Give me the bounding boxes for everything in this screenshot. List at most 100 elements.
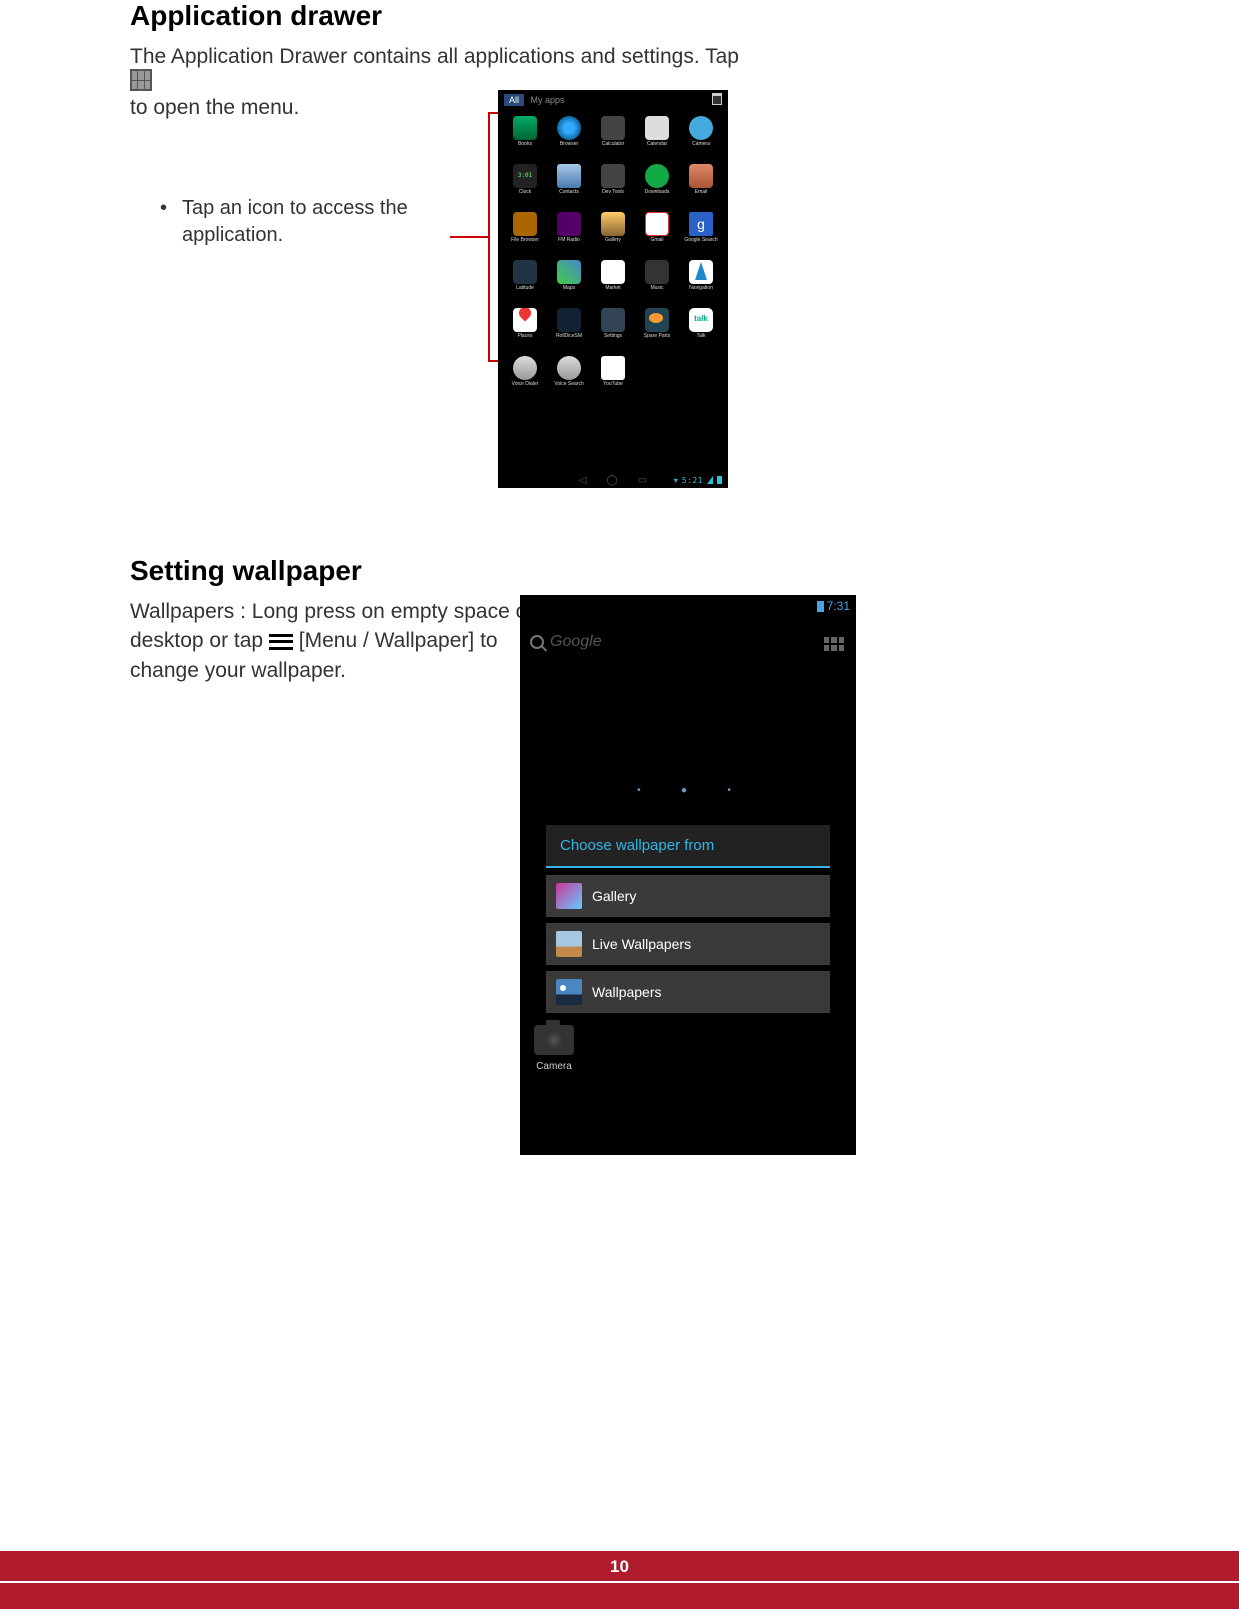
intro-text-2: to open the menu. — [130, 96, 299, 119]
app-rolldicesm[interactable]: RollDiceSM — [548, 308, 590, 352]
app-label: Books — [518, 142, 532, 147]
market-icon — [601, 260, 625, 284]
app-label: Gallery — [605, 238, 621, 243]
app-label: Downloads — [645, 190, 670, 195]
gallery-icon — [556, 883, 582, 909]
option-label: Live Wallpapers — [592, 936, 691, 952]
page-footer: 10 — [0, 1551, 1239, 1609]
system-bar: ◁ ◯ ▭ ▾ 5:21 — [498, 472, 728, 488]
search-icon — [530, 635, 544, 649]
recents-icon[interactable]: ▭ — [638, 475, 647, 486]
wallpaper-option-live-wallpapers[interactable]: Live Wallpapers — [546, 923, 830, 965]
app-calculator[interactable]: Calculator — [592, 116, 634, 160]
callout: Tap an icon to access the application. — [154, 195, 494, 249]
apps-button-icon[interactable] — [824, 637, 844, 651]
app-music[interactable]: Music — [636, 260, 678, 304]
app-clock[interactable]: 3:01 Clock — [504, 164, 546, 208]
menu-icon — [269, 634, 293, 650]
home-icon[interactable]: ◯ — [607, 475, 618, 486]
screenshot-app-drawer: All My apps Books Browser Calculator Calend… — [498, 90, 728, 488]
clock-icon: 3:01 — [513, 164, 537, 188]
app-calendar[interactable]: Calendar — [636, 116, 678, 160]
calendar-icon — [645, 116, 669, 140]
camera-shortcut[interactable]: Camera — [534, 1025, 574, 1072]
drawer-tab-bar: All My apps — [498, 90, 728, 110]
search-placeholder: Google — [550, 633, 602, 651]
youtube-icon — [601, 356, 625, 380]
app-drawer-icon — [130, 69, 152, 91]
email-icon — [689, 164, 713, 188]
app-label: Dev Tools — [602, 190, 624, 195]
wallpaper-option-wallpapers[interactable]: Wallpapers — [546, 971, 830, 1013]
file-browser-icon — [513, 212, 537, 236]
app-market[interactable]: Market — [592, 260, 634, 304]
page-indicator: • ● • — [520, 785, 856, 796]
wallpaper-chooser-sheet: Choose wallpaper from GalleryLive Wallpa… — [546, 825, 830, 1013]
live-wallpapers-icon — [556, 931, 582, 957]
app-voice-search[interactable]: Voice Search — [548, 356, 590, 400]
app-label: FM Radio — [558, 238, 580, 243]
app-label: Voice Dialer — [512, 382, 539, 387]
music-icon — [645, 260, 669, 284]
app-settings[interactable]: Settings — [592, 308, 634, 352]
app-fm-radio[interactable]: FM Radio — [548, 212, 590, 256]
app-email[interactable]: Email — [680, 164, 722, 208]
app-maps[interactable]: Maps — [548, 260, 590, 304]
statusbar-time: 7:31 — [827, 599, 850, 613]
battery-icon — [717, 476, 722, 484]
app-voice-dialer[interactable]: Voice Dialer — [504, 356, 546, 400]
app-label: Contacts — [559, 190, 579, 195]
app-label: Settings — [604, 334, 622, 339]
app-dev-tools[interactable]: Dev Tools — [592, 164, 634, 208]
app-label: Calculator — [602, 142, 625, 147]
app-navigation[interactable]: Navigation — [680, 260, 722, 304]
app-label: Clock — [519, 190, 532, 195]
app-camera[interactable]: Camera — [680, 116, 722, 160]
app-spare-parts[interactable]: Spare Parts — [636, 308, 678, 352]
app-contacts[interactable]: Contacts — [548, 164, 590, 208]
app-label: Voice Search — [554, 382, 583, 387]
callout-leader-line — [450, 236, 488, 238]
gmail-icon — [645, 212, 669, 236]
app-label: Camera — [692, 142, 710, 147]
app-youtube[interactable]: YouTube — [592, 356, 634, 400]
app-file-browser[interactable]: File Browser — [504, 212, 546, 256]
app-browser[interactable]: Browser — [548, 116, 590, 160]
navigation-icon — [689, 260, 713, 284]
status-bar: 7:31 — [520, 595, 856, 617]
wallpaper-paragraph: Wallpapers : Long press on empty space o… — [130, 597, 550, 685]
app-gallery[interactable]: Gallery — [592, 212, 634, 256]
app-gmail[interactable]: Gmail — [636, 212, 678, 256]
app-latitude[interactable]: Latitude — [504, 260, 546, 304]
option-label: Gallery — [592, 888, 636, 904]
browser-icon — [557, 116, 581, 140]
app-talk[interactable]: talkTalk — [680, 308, 722, 352]
app-grid: Books Browser Calculator Calendar Camera 3:01… — [498, 110, 728, 400]
maps-icon — [557, 260, 581, 284]
back-icon[interactable]: ◁ — [579, 475, 587, 486]
tab-all[interactable]: All — [504, 94, 524, 106]
books-icon — [513, 116, 537, 140]
spare-parts-icon — [645, 308, 669, 332]
tab-my-apps[interactable]: My apps — [531, 95, 565, 105]
settings-icon — [601, 308, 625, 332]
intro-text-1: The Application Drawer contains all appl… — [130, 45, 739, 68]
contacts-icon — [557, 164, 581, 188]
wallpapers-icon — [556, 979, 582, 1005]
app-places[interactable]: Places — [504, 308, 546, 352]
camera-label: Camera — [534, 1061, 574, 1072]
rolldicesm-icon — [557, 308, 581, 332]
callout-bracket — [488, 112, 498, 362]
app-label: Talk — [697, 334, 706, 339]
app-downloads[interactable]: Downloads — [636, 164, 678, 208]
callout-item: Tap an icon to access the application. — [154, 195, 494, 249]
app-label: YouTube — [603, 382, 623, 387]
downloads-icon — [645, 164, 669, 188]
shop-icon[interactable] — [712, 93, 722, 105]
search-bar[interactable]: Google — [530, 633, 602, 651]
wallpaper-option-gallery[interactable]: Gallery — [546, 875, 830, 917]
app-google-search[interactable]: gGoogle Search — [680, 212, 722, 256]
voice-search-icon — [557, 356, 581, 380]
app-label: Gmail — [650, 238, 663, 243]
app-books[interactable]: Books — [504, 116, 546, 160]
